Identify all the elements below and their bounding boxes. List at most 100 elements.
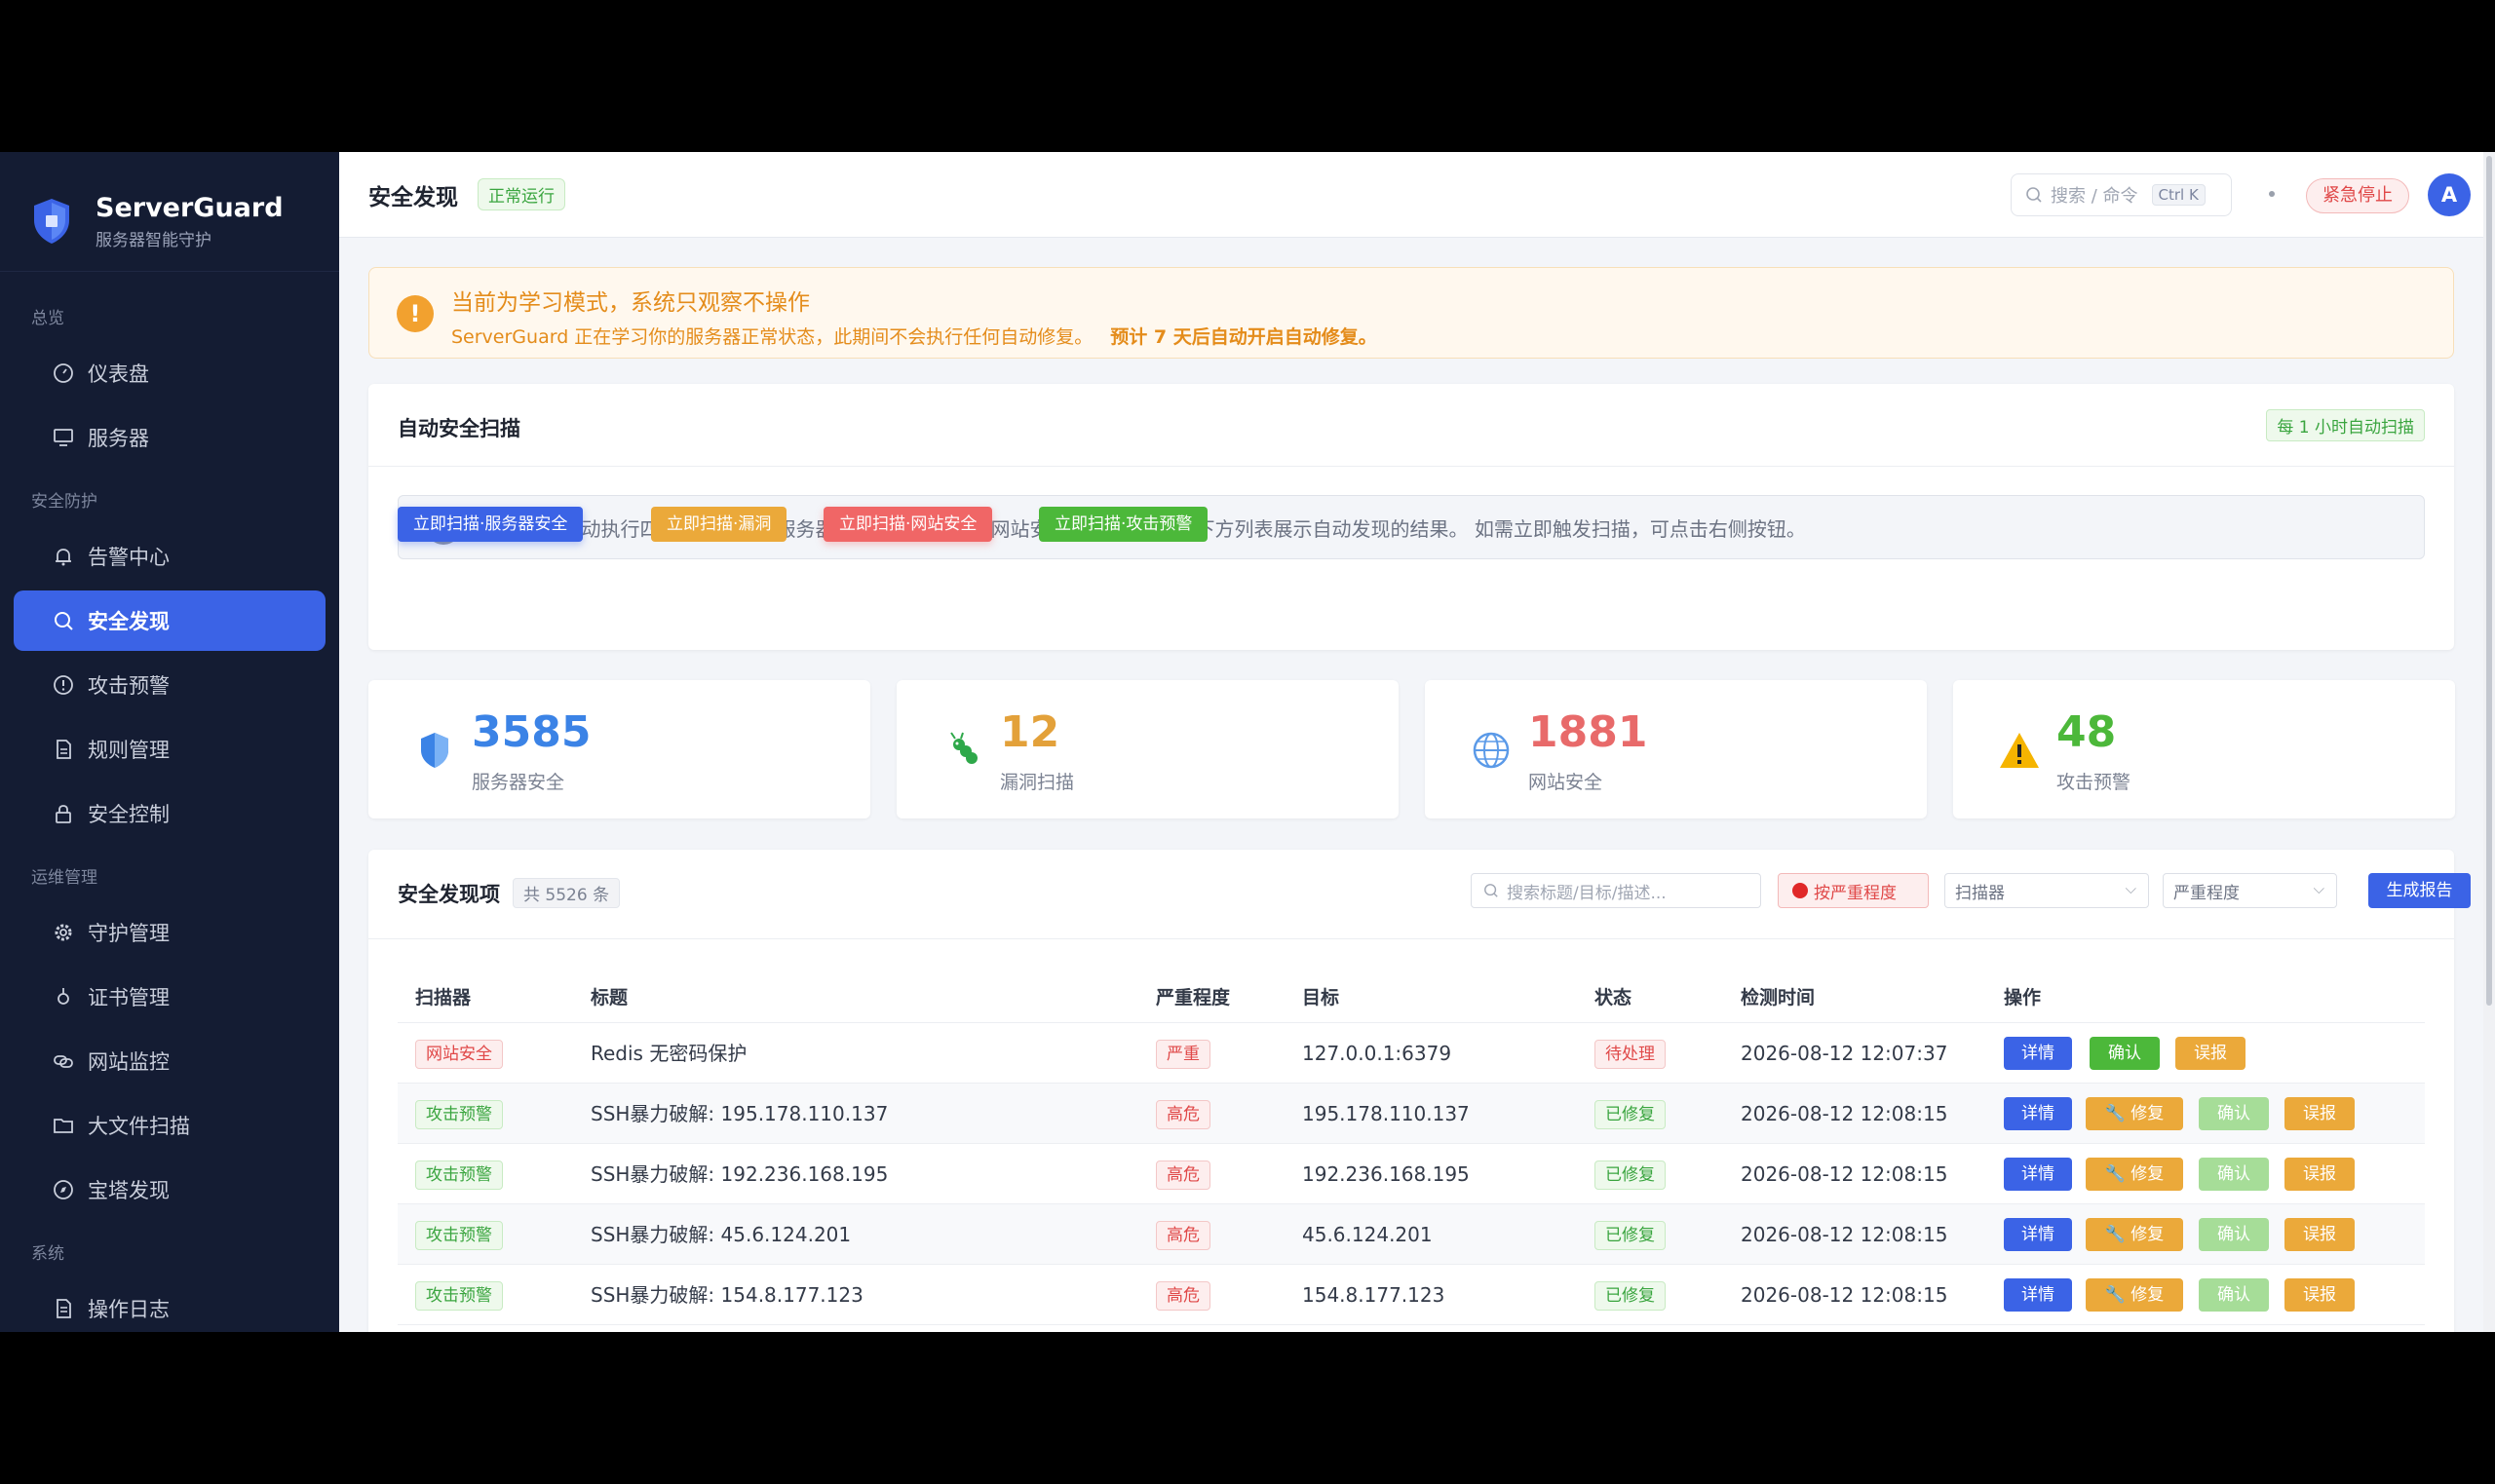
sidebar-item-alerts[interactable]: 告警中心 [14, 526, 326, 587]
stat-card-website-security[interactable]: 1881 网站安全 [1425, 680, 1927, 818]
stat-card-server-security[interactable]: 3585 服务器安全 [368, 680, 870, 818]
table-header: 扫描器 标题 严重程度 目标 状态 检测时间 操作 [398, 972, 2425, 1023]
sidebar-item-certificates[interactable]: 证书管理 [14, 967, 326, 1027]
divider [368, 466, 2454, 467]
wrench-icon: 🔧 [2104, 1285, 2131, 1305]
select-value: 扫描器 [1955, 883, 2005, 903]
sidebar-item-site-monitor[interactable]: 网站监控 [14, 1031, 326, 1091]
stat-value: 1881 [1528, 707, 1648, 757]
sidebar-item-security-control[interactable]: 安全控制 [14, 783, 326, 844]
shield-icon [421, 733, 448, 768]
bell-icon [51, 544, 76, 569]
findings-search-input[interactable]: 搜索标题/目标/描述... [1471, 873, 1761, 908]
stat-label: 服务器安全 [472, 772, 565, 793]
global-search[interactable]: 搜索 / 命令 Ctrl K [2011, 173, 2232, 216]
confirm-button[interactable]: 确认 [2199, 1278, 2269, 1312]
detect-time: 2026-08-12 12:08:15 [1741, 1283, 1948, 1307]
sidebar-item-servers[interactable]: 服务器 [14, 407, 326, 468]
alert-emphasis: 预计 7 天后自动开启自动修复。 [1110, 326, 1377, 348]
emergency-stop-button[interactable]: 紧急停止 [2306, 178, 2409, 213]
chevron-down-icon: ⌵ [2313, 880, 2324, 897]
avatar[interactable]: A [2428, 173, 2471, 216]
bug-icon [950, 732, 978, 764]
scan-frequency-badge: 每 1 小时自动扫描 [2266, 409, 2425, 441]
false-positive-button[interactable]: 误报 [2284, 1158, 2355, 1191]
app-window: ServerGuard 服务器智能守护 总览 仪表盘 服务器 安全防护 告警中心 [0, 152, 2495, 1332]
wrench-icon: 🔧 [2104, 1225, 2131, 1244]
stat-card-vulnerability[interactable]: 12 漏洞扫描 [897, 680, 1399, 818]
scan-attack-warning-button[interactable]: 立即扫描·攻击预警 [1039, 507, 1209, 542]
alert-title: 当前为学习模式，系统只观察不操作 [451, 290, 810, 316]
stat-card-attack-warning[interactable]: 48 攻击预警 [1953, 680, 2455, 818]
false-positive-button[interactable]: 误报 [2284, 1097, 2355, 1130]
col-scanner[interactable]: 扫描器 [415, 972, 471, 1023]
shortcut-hint: Ctrl K [2151, 184, 2206, 206]
status-tag: 已修复 [1594, 1161, 1666, 1190]
search-icon [1484, 884, 1498, 897]
table-row[interactable]: 攻击预警 SSH暴力破解: 195.178.110.137 高危 195.178… [398, 1084, 2425, 1144]
table-row[interactable]: 攻击预警 SSH暴力破解: 192.236.168.195 高危 192.236… [398, 1144, 2425, 1204]
details-button[interactable]: 详情 [2004, 1097, 2072, 1130]
sidebar-item-dashboard[interactable]: 仪表盘 [14, 343, 326, 403]
false-positive-button[interactable]: 误报 [2284, 1278, 2355, 1312]
fix-button[interactable]: 🔧 修复 [2086, 1158, 2183, 1191]
severity-select[interactable]: 严重程度 ⌵ [2163, 873, 2337, 908]
col-time[interactable]: 检测时间 [1741, 972, 1815, 1023]
details-button[interactable]: 详情 [2004, 1278, 2072, 1312]
sidebar-item-attack-warning[interactable]: 攻击预警 [14, 655, 326, 715]
finding-title: SSH暴力破解: 195.178.110.137 [591, 1102, 889, 1125]
status-tag: 已修复 [1594, 1281, 1666, 1311]
scan-website-security-button[interactable]: 立即扫描·网站安全 [824, 507, 993, 542]
chevron-down-icon: ⌵ [2125, 880, 2136, 897]
sidebar-item-security-findings[interactable]: 安全发现 [14, 590, 326, 651]
sidebar-item-large-file-scan[interactable]: 大文件扫描 [14, 1095, 326, 1156]
confirm-button[interactable]: 确认 [2199, 1218, 2269, 1251]
details-button[interactable]: 详情 [2004, 1218, 2072, 1251]
scanner-tag: 攻击预警 [415, 1161, 503, 1190]
severity-tag: 高危 [1156, 1221, 1210, 1250]
sidebar-item-guard-management[interactable]: 守护管理 [14, 902, 326, 963]
brand-divider [0, 271, 339, 272]
false-positive-button[interactable]: 误报 [2175, 1037, 2246, 1070]
confirm-button[interactable]: 确认 [2199, 1097, 2269, 1130]
target: 154.8.177.123 [1302, 1283, 1445, 1307]
generate-report-button[interactable]: 生成报告 [2368, 873, 2471, 908]
col-target[interactable]: 目标 [1302, 972, 1339, 1023]
fix-label: 修复 [2130, 1285, 2165, 1305]
table-row[interactable]: 攻击预警 SSH暴力破解: 45.6.124.201 高危 45.6.124.2… [398, 1204, 2425, 1265]
confirm-button[interactable]: 确认 [2090, 1037, 2160, 1070]
table-row[interactable]: 攻击预警 SSH暴力破解: 154.8.177.123 高危 154.8.177… [398, 1265, 2425, 1325]
findings-count: 共 5526 条 [513, 878, 621, 908]
col-title[interactable]: 标题 [591, 972, 628, 1023]
scrollbar[interactable] [2483, 152, 2495, 1332]
topbar: 安全发现 正常运行 搜索 / 命令 Ctrl K 紧急停止 A admin ⌵ [339, 152, 2495, 238]
scrollbar-thumb[interactable] [2486, 156, 2492, 1006]
sidebar-item-label: 证书管理 [88, 986, 170, 1009]
document-icon [51, 737, 76, 762]
scanner-tag: 攻击预警 [415, 1221, 503, 1250]
scan-vulnerability-button[interactable]: 立即扫描·漏洞 [651, 507, 787, 542]
fix-button[interactable]: 🔧 修复 [2086, 1097, 2183, 1130]
sidebar-item-label: 守护管理 [88, 922, 170, 945]
table-row[interactable]: 网站安全 Redis 无密码保护 严重 127.0.0.1:6379 待处理 2… [398, 1023, 2425, 1084]
stat-value: 12 [1000, 707, 1060, 757]
sidebar-item-bt-discovery[interactable]: 宝塔发现 [14, 1160, 326, 1220]
findings-card: 安全发现项 共 5526 条 搜索标题/目标/描述... 按严重程度 扫描器 ⌵… [368, 850, 2471, 1332]
details-button[interactable]: 详情 [2004, 1037, 2072, 1070]
detect-time: 2026-08-12 12:07:37 [1741, 1042, 1948, 1065]
sidebar-item-rules[interactable]: 规则管理 [14, 719, 326, 780]
fix-button[interactable]: 🔧 修复 [2086, 1278, 2183, 1312]
col-severity[interactable]: 严重程度 [1156, 972, 1230, 1023]
nav-group-title: 运维管理 [31, 868, 97, 888]
status-tag: 已修复 [1594, 1100, 1666, 1129]
col-status[interactable]: 状态 [1594, 972, 1631, 1023]
scanner-select[interactable]: 扫描器 ⌵ [1944, 873, 2149, 908]
scan-server-security-button[interactable]: 立即扫描·服务器安全 [398, 507, 584, 542]
false-positive-button[interactable]: 误报 [2284, 1218, 2355, 1251]
details-button[interactable]: 详情 [2004, 1158, 2072, 1191]
target: 195.178.110.137 [1302, 1102, 1470, 1125]
confirm-button[interactable]: 确认 [2199, 1158, 2269, 1191]
sort-by-severity-button[interactable]: 按严重程度 [1778, 873, 1929, 908]
fix-button[interactable]: 🔧 修复 [2086, 1218, 2183, 1251]
sidebar-item-operation-log[interactable]: 操作日志 [14, 1278, 326, 1332]
